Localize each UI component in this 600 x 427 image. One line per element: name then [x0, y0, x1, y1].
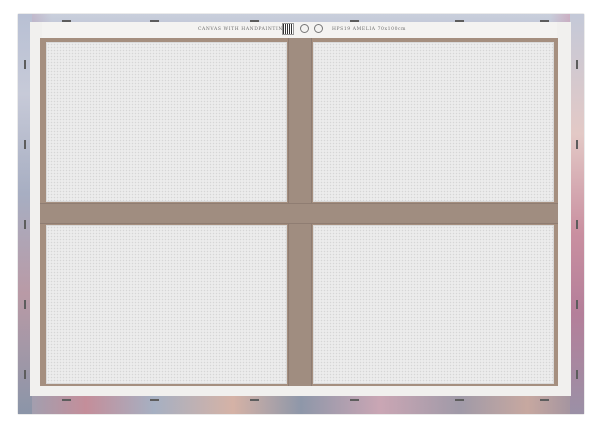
label-product-text: HPS19 AMELIA 70x100cm	[332, 27, 407, 32]
painted-edge-right	[570, 14, 584, 414]
staple	[350, 399, 359, 401]
eco-icon	[314, 24, 323, 33]
cross-brace-horizontal	[40, 203, 558, 224]
staple	[62, 399, 71, 401]
canvas-panel-top-left	[46, 42, 287, 202]
staple	[350, 20, 359, 22]
staple	[455, 399, 464, 401]
label-canvas-text: CANVAS WITH HANDPAINTING	[198, 27, 288, 32]
staple	[250, 20, 259, 22]
staple	[576, 220, 578, 229]
staple	[62, 20, 71, 22]
staple	[24, 370, 26, 379]
staple	[540, 20, 549, 22]
staple	[24, 60, 26, 69]
staple	[576, 60, 578, 69]
staple	[455, 20, 464, 22]
staple	[576, 140, 578, 149]
recycle-icon	[300, 24, 309, 33]
canvas-panel-top-right	[313, 42, 554, 202]
staple	[150, 20, 159, 22]
staple	[24, 220, 26, 229]
staple	[150, 399, 159, 401]
staple	[540, 399, 549, 401]
canvas-panel-bottom-right	[313, 225, 554, 384]
canvas-panel-bottom-left	[46, 225, 287, 384]
staple	[576, 370, 578, 379]
frame-right-rail	[557, 22, 571, 396]
staple	[250, 399, 259, 401]
staple	[24, 300, 26, 309]
staple	[576, 300, 578, 309]
staple	[24, 140, 26, 149]
barcode-icon	[282, 23, 294, 35]
